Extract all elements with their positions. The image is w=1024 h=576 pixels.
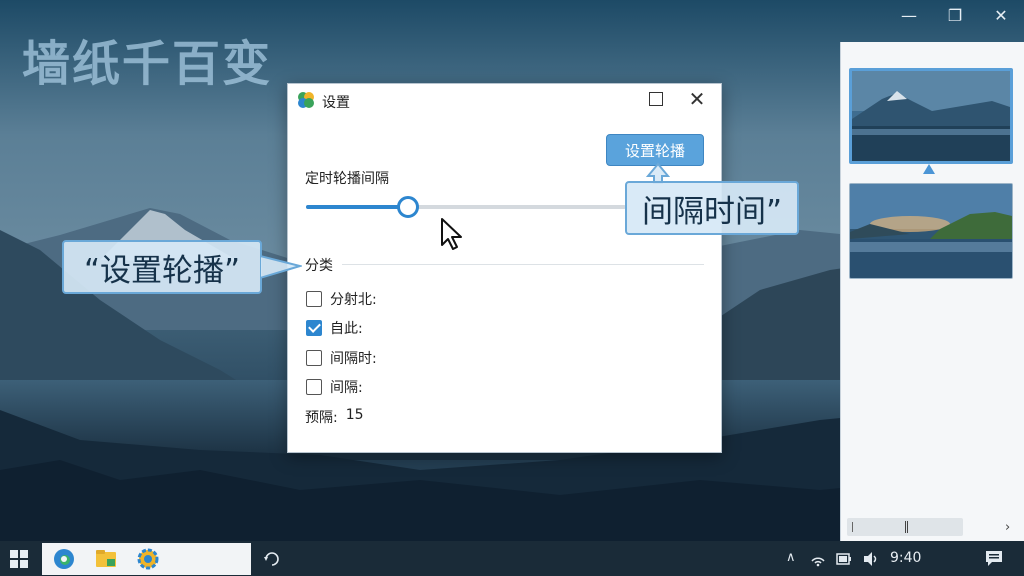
- option-checkbox[interactable]: [306, 291, 322, 307]
- dialog-title: 设置: [322, 95, 350, 111]
- interval-label: 定时轮播间隔: [305, 171, 389, 187]
- scroll-right-icon[interactable]: ›: [1005, 520, 1010, 535]
- app-title: 墙纸千百变: [22, 36, 273, 92]
- lake-mountain-thumbnail: [852, 71, 1010, 161]
- restore-button[interactable]: ❐: [932, 0, 978, 30]
- settings-dialog: 设置 ✕ 设置轮播 定时轮播间隔 分类 分射北: 自此: 间隔时: 间隔: 预隔…: [287, 83, 722, 453]
- settings-gear-icon[interactable]: [136, 547, 160, 571]
- preview-label: 预隔:: [305, 410, 338, 426]
- taskbar-clock[interactable]: 9:40: [890, 550, 921, 566]
- section-divider: [342, 264, 704, 265]
- wallpaper-thumbnail-selected[interactable]: [849, 68, 1013, 164]
- interval-time-callout: 间隔时间”: [625, 181, 799, 235]
- taskbar: ∧ 9:40: [0, 541, 1024, 576]
- option-label: 间隔:: [330, 380, 363, 396]
- minimize-button[interactable]: —: [886, 0, 932, 30]
- category-section-label: 分类: [305, 258, 333, 274]
- maximize-icon[interactable]: [649, 92, 663, 106]
- battery-icon[interactable]: [836, 552, 852, 566]
- dialog-close-icon[interactable]: ✕: [685, 87, 709, 111]
- option-label: 分射北:: [330, 292, 377, 308]
- preview-value: 15: [345, 407, 364, 423]
- scrollbar-thumb[interactable]: [905, 521, 908, 533]
- option-row[interactable]: 分射北:: [306, 289, 377, 309]
- option-row[interactable]: 间隔:: [306, 377, 363, 397]
- option-row[interactable]: 间隔时:: [306, 348, 377, 368]
- app-logo-icon: [298, 92, 314, 108]
- callout-pointer-icon: [260, 254, 302, 280]
- notification-center-icon[interactable]: [985, 550, 1003, 567]
- preview-scrollbar[interactable]: ›: [847, 518, 1019, 536]
- sunset-lake-thumbnail: [850, 184, 1012, 278]
- scrollbar-start-mark: [852, 522, 853, 532]
- wallpaper-thumbnail[interactable]: [849, 183, 1013, 279]
- option-checkbox[interactable]: [306, 379, 322, 395]
- option-checkbox[interactable]: [306, 320, 322, 336]
- set-carousel-callout: “设置轮播”: [62, 240, 262, 294]
- scrollbar-track[interactable]: [847, 518, 963, 536]
- edge-browser-icon[interactable]: [52, 547, 76, 571]
- taskbar-search-box[interactable]: [42, 543, 251, 575]
- task-view-icon[interactable]: [262, 549, 282, 569]
- option-label: 自此:: [330, 321, 363, 337]
- slider-fill: [306, 205, 409, 209]
- slider-thumb[interactable]: [397, 196, 420, 218]
- network-icon[interactable]: [810, 551, 826, 567]
- option-row[interactable]: 自此:: [306, 318, 363, 338]
- volume-icon[interactable]: [862, 551, 880, 567]
- dialog-titlebar[interactable]: 设置 ✕: [288, 84, 721, 116]
- selected-thumbnail-caret-icon: [923, 164, 935, 174]
- option-label: 间隔时:: [330, 351, 377, 367]
- tray-overflow-icon[interactable]: ∧: [786, 550, 796, 565]
- option-checkbox[interactable]: [306, 350, 322, 366]
- preview-interval-row: 预隔: 15: [305, 407, 364, 427]
- main-window-caption-buttons: — ❐ ✕: [886, 0, 1024, 30]
- close-button[interactable]: ✕: [978, 0, 1024, 30]
- file-explorer-icon[interactable]: [94, 547, 118, 571]
- interval-slider[interactable]: [306, 196, 626, 218]
- wallpaper-preview-panel: ›: [840, 42, 1024, 542]
- windows-start-icon[interactable]: [10, 550, 28, 568]
- mouse-pointer-icon: [441, 218, 462, 250]
